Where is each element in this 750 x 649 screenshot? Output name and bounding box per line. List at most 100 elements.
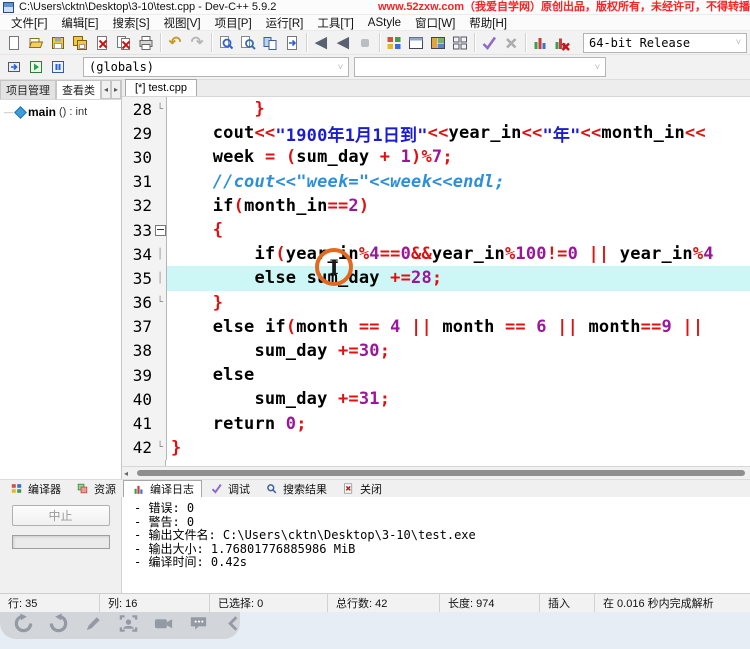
close-all-icon[interactable] xyxy=(113,32,135,54)
member-icon xyxy=(14,106,27,119)
forward-seek-icon[interactable] xyxy=(47,615,69,637)
scroll-right-icon[interactable]: ▸ xyxy=(111,80,121,99)
line-number: 30 xyxy=(122,145,154,169)
forward-icon[interactable]: ◀ xyxy=(332,32,354,54)
delete-profile-icon[interactable] xyxy=(551,32,573,54)
collapse-icon[interactable] xyxy=(222,615,244,637)
editor-hscrollbar[interactable]: ◂ xyxy=(122,466,750,479)
code-text: //cout<<"week="<<week<<endl; xyxy=(167,170,750,194)
code-text: if(year_in%4==0&&year_in%100!=0 || year_… xyxy=(167,242,750,266)
code-text: if(month_in==2) xyxy=(167,194,750,218)
line-number: 36 xyxy=(122,291,154,315)
pause-icon[interactable] xyxy=(47,56,69,78)
status-segment-2: 已选择: 0 xyxy=(210,594,328,612)
run-icon[interactable] xyxy=(25,56,47,78)
title-bar: C:\Users\cktn\Desktop\3-10\test.cpp - De… xyxy=(0,0,750,15)
tree-item-signature: () : int xyxy=(59,106,87,118)
abort-button[interactable]: 中止 xyxy=(12,505,110,526)
tab-chart-icon xyxy=(131,482,146,497)
fold-marker xyxy=(154,121,167,145)
layout-tiles-icon[interactable] xyxy=(449,32,471,54)
profile-icon[interactable] xyxy=(529,32,551,54)
bottom-tab-调试[interactable]: 调试 xyxy=(202,480,257,497)
menu-AStyle[interactable]: AStyle xyxy=(361,17,408,29)
compile-check-icon[interactable] xyxy=(478,32,500,54)
line-number: 31 xyxy=(122,170,154,194)
print-icon[interactable] xyxy=(135,32,157,54)
screenshot-icon[interactable] xyxy=(117,615,139,637)
scroll-left-icon[interactable]: ◂ xyxy=(101,80,111,99)
find-icon[interactable] xyxy=(215,32,237,54)
menu-项目P[interactable]: 项目[P] xyxy=(208,15,259,31)
tab-grid-icon xyxy=(9,481,24,496)
stop-icon[interactable] xyxy=(354,32,376,54)
line-number: 38 xyxy=(122,339,154,363)
fold-marker: │ xyxy=(154,242,167,266)
bottom-tab-编译日志[interactable]: 编译日志 xyxy=(123,480,202,497)
line-number: 28 xyxy=(122,97,154,121)
hscroll-thumb[interactable] xyxy=(137,470,745,476)
bottom-tab-编译器[interactable]: 编译器 xyxy=(2,480,68,497)
goto-line-icon[interactable] xyxy=(281,32,303,54)
bottom-tab-关闭[interactable]: 关闭 xyxy=(334,480,389,497)
status-segment-1: 列: 16 xyxy=(100,594,210,612)
code-line-41: 41 return 0; xyxy=(122,411,750,435)
tab-search-icon xyxy=(264,481,279,496)
code-text: cout<<"1900年1月1日到"<<year_in<<"年"<<month_… xyxy=(167,121,750,145)
layout-window-icon[interactable] xyxy=(405,32,427,54)
menu-搜索S[interactable]: 搜索[S] xyxy=(105,15,156,31)
sidebar-tab-classes[interactable]: 查看类 xyxy=(56,80,101,99)
editor-tab-testcpp[interactable]: [*] test.cpp xyxy=(125,79,197,96)
back-icon[interactable]: ◀ xyxy=(310,32,332,54)
watermark-text: www.52zxw.com（我爱自学网）原创出品，版权所有，未经许可，不得转播和… xyxy=(378,0,750,15)
fold-marker[interactable] xyxy=(154,218,167,242)
close-file-icon[interactable] xyxy=(91,32,113,54)
bottom-tab-搜索结果[interactable]: 搜索结果 xyxy=(257,480,334,497)
menu-运行R[interactable]: 运行[R] xyxy=(259,15,311,31)
annotation-toolbar xyxy=(0,612,240,639)
open-file-icon[interactable] xyxy=(25,32,47,54)
save-all-icon[interactable] xyxy=(69,32,91,54)
menu-工具T[interactable]: 工具[T] xyxy=(310,15,360,31)
build-target-select[interactable]: 64-bit Release˅ xyxy=(583,33,747,53)
globals-select[interactable]: (globals)˅ xyxy=(83,57,349,77)
bottom-tab-资源[interactable]: 资源 xyxy=(68,480,123,497)
sidebar-tab-project[interactable]: 项目管理 xyxy=(0,80,56,99)
scroll-left-arrow-icon[interactable]: ◂ xyxy=(124,467,128,479)
menu-编辑E[interactable]: 编辑[E] xyxy=(54,15,105,31)
pen-icon[interactable] xyxy=(82,615,104,637)
members-select[interactable]: ˅ xyxy=(354,57,606,77)
replace-icon[interactable] xyxy=(259,32,281,54)
code-line-32: 32 if(month_in==2) xyxy=(122,194,750,218)
camera-icon[interactable] xyxy=(152,615,174,637)
layout-grid-icon[interactable] xyxy=(383,32,405,54)
find-in-files-icon[interactable] xyxy=(237,32,259,54)
fold-marker: └ xyxy=(154,97,167,121)
code-line-30: 30 week = (sum_day + 1)%7; xyxy=(122,145,750,169)
save-icon[interactable] xyxy=(47,32,69,54)
undo-icon[interactable]: ↶ xyxy=(164,32,186,54)
menu-帮助H[interactable]: 帮助[H] xyxy=(462,15,514,31)
ibeam-cursor-icon: I xyxy=(329,255,338,279)
code-line-36: 36└ } xyxy=(122,291,750,315)
menu-窗口W[interactable]: 窗口[W] xyxy=(408,15,462,31)
log-line: - 错误: 0 xyxy=(134,502,750,516)
code-line-40: 40 sum_day +=31; xyxy=(122,387,750,411)
rewind-icon[interactable] xyxy=(12,615,34,637)
tree-item-main[interactable]: — main () : int xyxy=(0,105,121,119)
fold-marker xyxy=(154,387,167,411)
menu-bar: 文件[F]编辑[E]搜索[S]视图[V]项目[P]运行[R]工具[T]AStyl… xyxy=(0,15,750,31)
abort-compile-icon[interactable] xyxy=(500,32,522,54)
bottom-tab-label: 资源 xyxy=(94,481,116,497)
code-text: else xyxy=(167,363,750,387)
redo-icon[interactable]: ↷ xyxy=(186,32,208,54)
code-editor[interactable]: 28└ }29 cout<<"1900年1月1日到"<<year_in<<"年"… xyxy=(122,97,750,466)
menu-文件F[interactable]: 文件[F] xyxy=(4,15,54,31)
bottom-tab-label: 调试 xyxy=(228,481,250,497)
menu-视图V[interactable]: 视图[V] xyxy=(157,15,208,31)
fold-marker xyxy=(154,170,167,194)
new-file-icon[interactable] xyxy=(3,32,25,54)
layout-panes-icon[interactable] xyxy=(427,32,449,54)
chat-icon[interactable] xyxy=(187,615,209,637)
compile-icon[interactable] xyxy=(3,56,25,78)
